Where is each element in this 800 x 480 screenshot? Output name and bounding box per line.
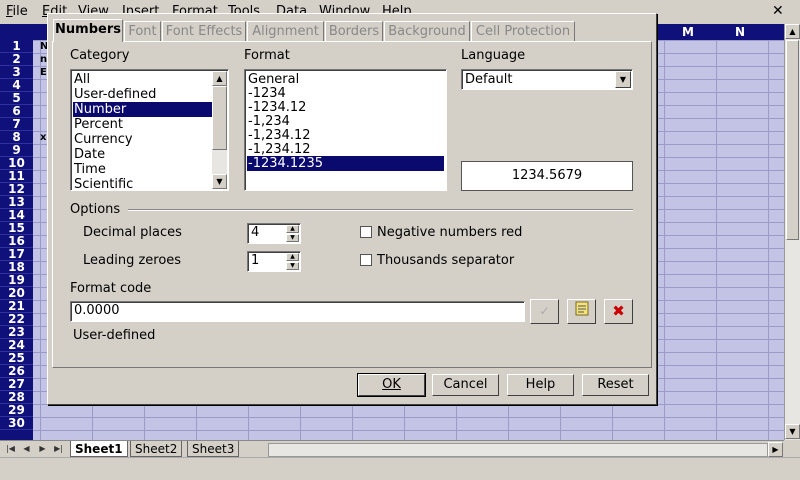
negative-red-checkbox[interactable] <box>360 226 372 238</box>
tab-background[interactable]: Background <box>384 21 470 42</box>
format-item[interactable]: -1,234 <box>247 114 444 129</box>
format-item[interactable]: -1,234.12 <box>247 142 444 157</box>
status-bar <box>0 457 800 480</box>
decimal-places-spinbox[interactable]: 4 ▲ ▼ <box>247 223 301 244</box>
category-item[interactable]: Currency <box>73 132 212 147</box>
category-scrollbar[interactable]: ▲ ▼ <box>212 71 227 189</box>
category-item-selected[interactable]: Number <box>73 102 212 117</box>
checkmark-icon[interactable]: ✓ <box>530 299 559 324</box>
category-scroll-thumb[interactable] <box>212 86 227 150</box>
category-item[interactable]: Date <box>73 147 212 162</box>
format-item-selected[interactable]: -1234.1235 <box>247 156 444 171</box>
scroll-right-icon[interactable]: ▶ <box>768 442 783 457</box>
spin-up-icon[interactable]: ▲ <box>286 253 299 261</box>
format-item[interactable]: -1234 <box>247 86 444 101</box>
reset-button[interactable]: Reset <box>582 374 649 396</box>
cancel-button[interactable]: Cancel <box>432 374 499 396</box>
decimal-places-value: 4 <box>251 225 260 240</box>
language-value: Default <box>465 72 513 87</box>
format-cells-dialog: Numbers Font Font Effects Alignment Bord… <box>47 13 657 405</box>
row-header-30[interactable]: 30 <box>0 417 33 430</box>
format-list[interactable]: General -1234 -1234.12 -1,234 -1,234.12 … <box>244 69 447 191</box>
sheet-tab-1[interactable]: Sheet1 <box>70 441 128 457</box>
spin-down-icon[interactable]: ▼ <box>286 262 299 270</box>
cell-fragment: x <box>40 132 47 143</box>
tab-cell-protection[interactable]: Cell Protection <box>471 21 575 42</box>
category-item[interactable]: Time <box>73 162 212 177</box>
preview-value: 1234.5679 <box>511 168 583 183</box>
leading-zeroes-spinbox[interactable]: 1 ▲ ▼ <box>247 251 301 272</box>
options-separator <box>128 209 633 211</box>
vertical-scroll-thumb[interactable] <box>786 40 799 240</box>
cell-fragment: E <box>40 67 47 78</box>
category-item[interactable]: All <box>73 72 212 87</box>
last-sheet-icon[interactable]: ▶| <box>52 442 65 456</box>
format-code-input[interactable]: 0.0000 <box>70 301 525 322</box>
tab-font[interactable]: Font <box>124 21 161 42</box>
language-select[interactable]: Default ▼ <box>461 69 633 90</box>
sheet-tab-3[interactable]: Sheet3 <box>187 441 240 457</box>
category-item[interactable]: User-defined <box>73 87 212 102</box>
menu-file[interactable]: File <box>6 4 28 19</box>
decimal-places-label: Decimal places <box>83 225 182 240</box>
horizontal-scrollbar[interactable] <box>268 443 768 457</box>
thousands-separator-checkbox[interactable] <box>360 254 372 266</box>
format-code-label: Format code <box>70 281 152 296</box>
thousands-separator-label[interactable]: Thousands separator <box>377 253 514 268</box>
category-item[interactable]: Percent <box>73 117 212 132</box>
tab-numbers[interactable]: Numbers <box>53 19 123 42</box>
chevron-down-icon[interactable]: ▼ <box>615 71 631 88</box>
options-label: Options <box>70 202 121 217</box>
column-header-m[interactable]: M <box>662 24 714 40</box>
sheet-tab-bar: |◀ ◀ ▶ ▶| Sheet1 Sheet2 Sheet3 ▶ <box>0 440 784 457</box>
scroll-down-icon[interactable]: ▼ <box>785 424 800 439</box>
cancel-button-label: Cancel <box>443 377 488 392</box>
column-header-n[interactable]: N <box>714 24 766 40</box>
help-button[interactable]: Help <box>507 374 574 396</box>
scroll-down-icon[interactable]: ▼ <box>212 174 227 189</box>
scroll-up-icon[interactable]: ▲ <box>785 24 800 39</box>
prev-sheet-icon[interactable]: ◀ <box>20 442 33 456</box>
format-item[interactable]: -1234.12 <box>247 100 444 115</box>
next-sheet-icon[interactable]: ▶ <box>36 442 49 456</box>
edit-comment-icon[interactable] <box>567 299 596 324</box>
category-label: Category <box>70 48 130 63</box>
tab-alignment[interactable]: Alignment <box>247 21 324 42</box>
format-preview: 1234.5679 <box>461 161 633 191</box>
leading-zeroes-value: 1 <box>251 253 260 268</box>
format-code-value: 0.0000 <box>74 303 120 318</box>
vertical-scrollbar[interactable]: ▲ ▼ <box>784 24 800 440</box>
leading-zeroes-label: Leading zeroes <box>83 253 182 268</box>
ok-button[interactable]: OK <box>357 373 426 397</box>
help-button-label: Help <box>525 377 556 392</box>
format-item[interactable]: General <box>247 72 444 87</box>
ok-button-label: OK <box>382 377 401 392</box>
negative-red-label[interactable]: Negative numbers red <box>377 225 522 240</box>
row-header-bar: 1 2 3 4 5 6 7 8 9 10 11 12 13 14 15 16 17 18 19 20 21 22 23 24 2… <box>0 40 33 440</box>
reset-button-label: Reset <box>597 377 634 392</box>
category-item[interactable]: Scientific <box>73 177 212 190</box>
delete-icon[interactable]: ✖ <box>604 299 633 324</box>
language-label: Language <box>461 48 526 63</box>
first-sheet-icon[interactable]: |◀ <box>4 442 17 456</box>
format-item[interactable]: -1,234.12 <box>247 128 444 143</box>
tab-borders[interactable]: Borders <box>325 21 383 42</box>
sheet-tab-2[interactable]: Sheet2 <box>130 441 183 457</box>
format-label: Format <box>244 48 290 63</box>
scroll-up-icon[interactable]: ▲ <box>212 71 227 86</box>
close-document-icon[interactable]: ✕ <box>772 3 784 19</box>
category-list[interactable]: All User-defined Number Percent Currency… <box>70 69 229 191</box>
spin-up-icon[interactable]: ▲ <box>286 225 299 233</box>
format-description: User-defined <box>73 328 156 343</box>
spin-down-icon[interactable]: ▼ <box>286 234 299 242</box>
tab-font-effects[interactable]: Font Effects <box>162 21 246 42</box>
